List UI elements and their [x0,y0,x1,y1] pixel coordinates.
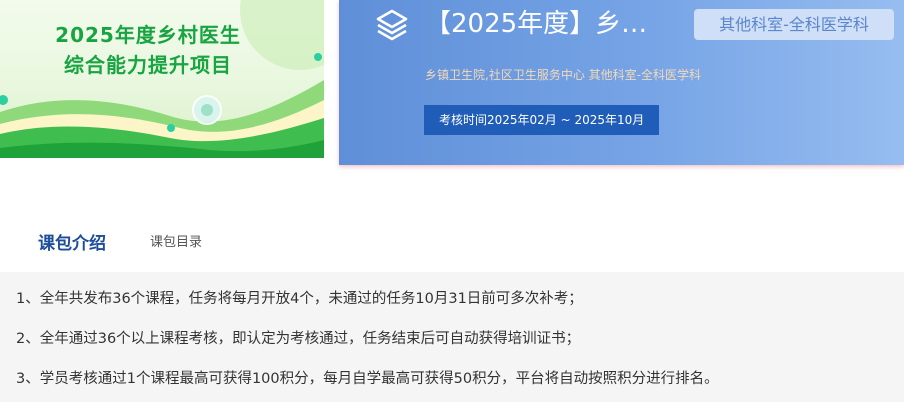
course-tabs: 课包介绍 课包目录 [0,220,904,272]
layers-icon [376,9,408,41]
cover-title-line1: 2025年度乡村医生 [55,23,241,47]
intro-item: 3、学员考核通过1个课程最高可获得100积分，每月自学最高可获得50积分，平台将… [16,371,719,387]
exam-time-badge: 考核时间2025年02月 ~ 2025年10月 [424,105,660,135]
tab-intro[interactable]: 课包介绍 [38,232,106,256]
intro-item: 1、全年共发布36个课程，任务将每月开放4个，未通过的任务10月31日前可多次补… [16,291,583,307]
course-title: 【2025年度】乡村医生综合能力提升项目 [425,9,665,39]
course-subtitle: 乡镇卫生院,社区卫生服务中心 其他科室-全科医学科 [425,68,701,82]
intro-item: 2、全年通过36个以上课程考核，即认定为考核通过，任务结束后可自动获得培训证书； [16,331,581,347]
course-cover-image: 2025年度乡村医生 综合能力提升项目 [0,0,324,158]
tab-catalog[interactable]: 课包目录 [150,233,202,253]
course-info-banner: 【2025年度】乡村医生综合能力提升项目 其他科室-全科医学科 乡镇卫生院,社区… [339,0,904,165]
intro-content-panel: 1、全年共发布36个课程，任务将每月开放4个，未通过的任务10月31日前可多次补… [0,272,904,402]
cover-title-line2: 综合能力提升项目 [64,53,232,77]
category-tag: 其他科室-全科医学科 [694,9,894,40]
